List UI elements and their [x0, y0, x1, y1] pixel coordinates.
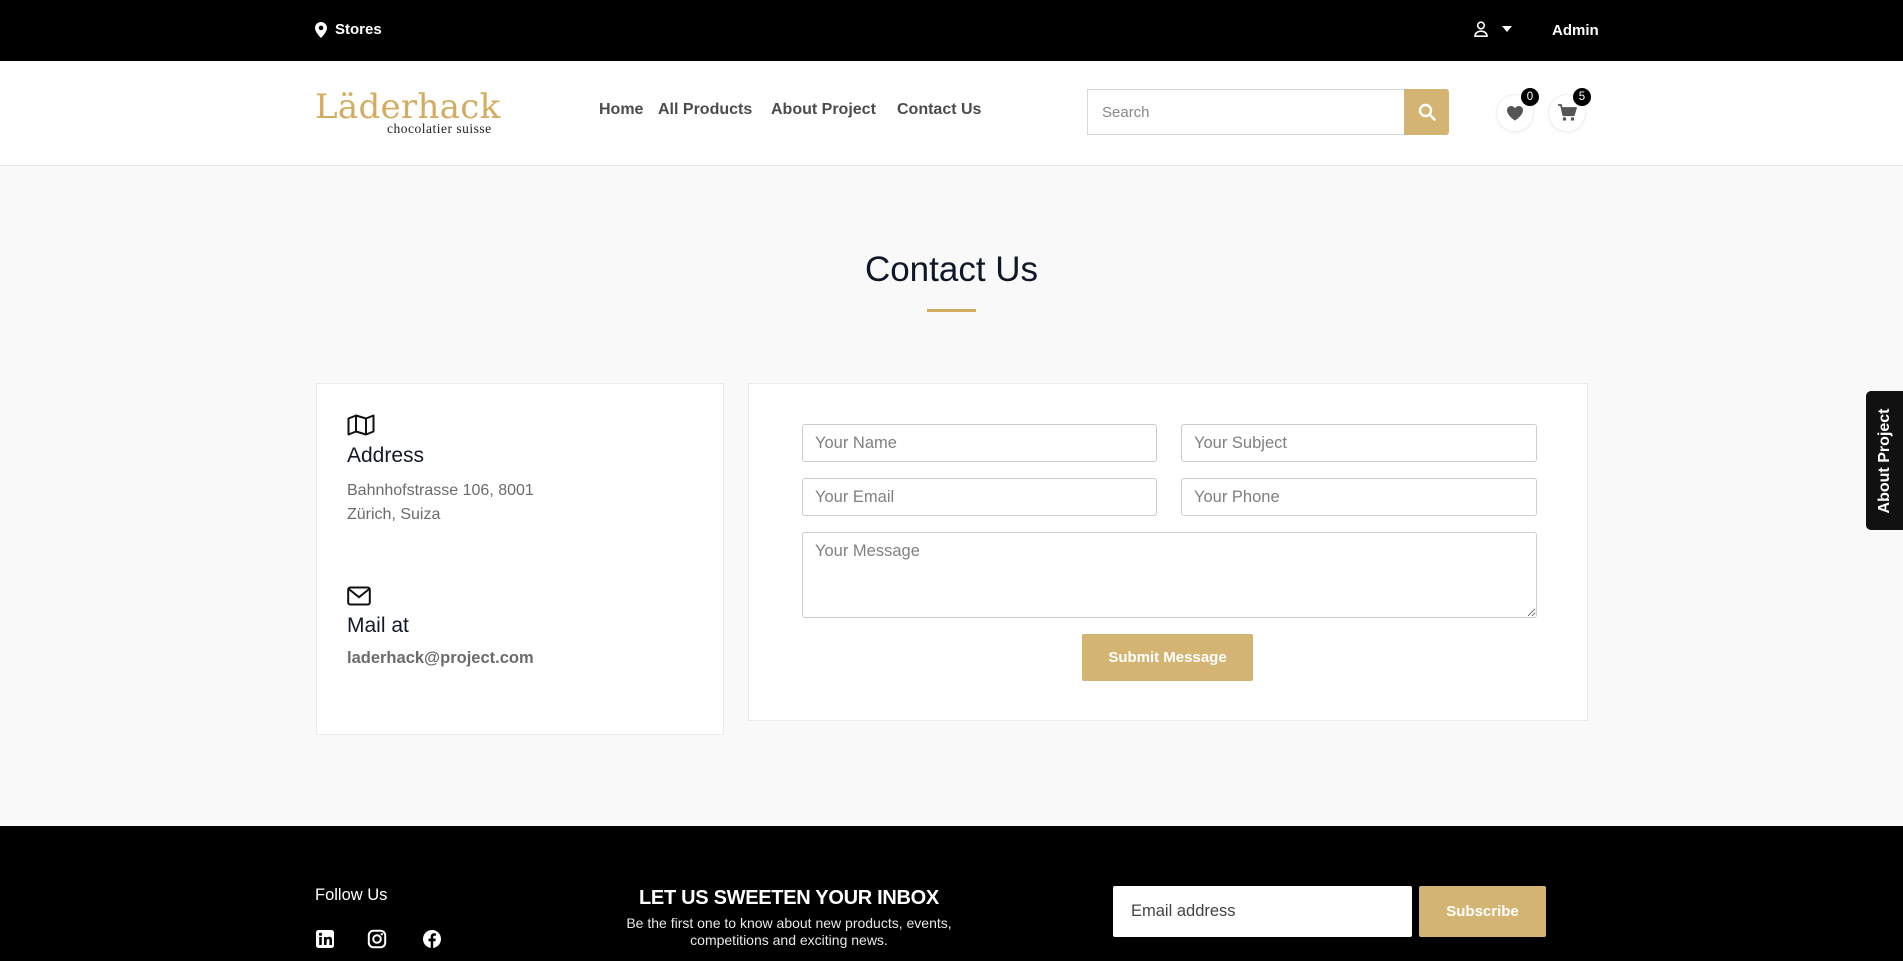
location-pin-icon	[315, 21, 327, 38]
footer: Follow Us LET US SWEETEN YOUR INBOX Be t…	[0, 826, 1903, 961]
main-header: Läderhack chocolatier suisse Home All Pr…	[0, 61, 1903, 166]
search-bar	[1087, 89, 1449, 135]
message-field[interactable]	[802, 532, 1537, 618]
search-input[interactable]	[1087, 89, 1404, 135]
title-underline	[927, 309, 976, 312]
nav-about-project[interactable]: About Project	[771, 101, 876, 119]
contact-info-card: Address Bahnhofstrasse 106, 8001 Zürich,…	[316, 383, 724, 735]
mail-block: Mail at laderhack@project.com	[347, 586, 534, 668]
name-field[interactable]	[802, 424, 1157, 462]
subject-field[interactable]	[1181, 424, 1537, 462]
stores-link[interactable]: Stores	[315, 21, 382, 38]
address-line-1: Bahnhofstrasse 106, 8001	[347, 482, 534, 499]
contact-email-link[interactable]: laderhack@project.com	[347, 649, 534, 668]
heart-icon	[1507, 106, 1523, 121]
nav-all-products[interactable]: All Products	[658, 101, 752, 119]
search-icon	[1418, 103, 1436, 121]
address-line-2: Zürich, Suiza	[347, 506, 441, 523]
page-title: Contact Us	[864, 250, 1039, 289]
top-bar: Stores Admin	[0, 0, 1903, 61]
follow-us-label: Follow Us	[315, 886, 388, 904]
about-project-side-tab[interactable]: About Project	[1866, 391, 1903, 530]
mail-heading: Mail at	[347, 614, 409, 637]
instagram-icon[interactable]	[367, 929, 387, 949]
newsletter-desc-line-1: Be the first one to know about new produ…	[626, 915, 952, 931]
side-tab-label: About Project	[1875, 408, 1893, 513]
address-heading: Address	[347, 444, 425, 467]
subscribe-button[interactable]: Subscribe	[1419, 886, 1546, 937]
phone-field[interactable]	[1181, 478, 1537, 516]
newsletter-email-input[interactable]	[1113, 886, 1412, 937]
nav-home[interactable]: Home	[599, 101, 643, 119]
newsletter-title: LET US SWEETEN YOUR INBOX	[639, 887, 939, 909]
wishlist-button[interactable]: 0	[1496, 88, 1539, 132]
logo-tagline: chocolatier suisse	[387, 121, 492, 136]
cart-button[interactable]: 5	[1548, 88, 1591, 132]
stores-label: Stores	[335, 21, 382, 38]
cart-count-badge: 5	[1573, 88, 1591, 106]
cart-icon	[1558, 104, 1577, 121]
newsletter-desc-line-2: competitions and exciting news.	[690, 932, 888, 948]
logo[interactable]: Läderhack chocolatier suisse	[315, 87, 500, 137]
envelope-icon	[347, 586, 371, 606]
linkedin-icon[interactable]	[315, 929, 335, 949]
caret-down-icon	[1502, 26, 1512, 32]
user-menu-toggle[interactable]	[1474, 21, 1512, 37]
wishlist-count-badge: 0	[1521, 88, 1539, 106]
admin-link[interactable]: Admin	[1552, 22, 1599, 39]
map-icon	[347, 414, 375, 436]
email-field[interactable]	[802, 478, 1157, 516]
facebook-icon[interactable]	[422, 929, 442, 949]
address-block: Address Bahnhofstrasse 106, 8001 Zürich,…	[347, 414, 534, 527]
nav-contact-us[interactable]: Contact Us	[897, 101, 981, 119]
newsletter-description: Be the first one to know about new produ…	[589, 915, 989, 949]
contact-form: Submit Message	[748, 383, 1588, 721]
submit-message-button[interactable]: Submit Message	[1082, 634, 1253, 681]
user-icon	[1474, 21, 1488, 37]
search-button[interactable]	[1404, 89, 1449, 135]
